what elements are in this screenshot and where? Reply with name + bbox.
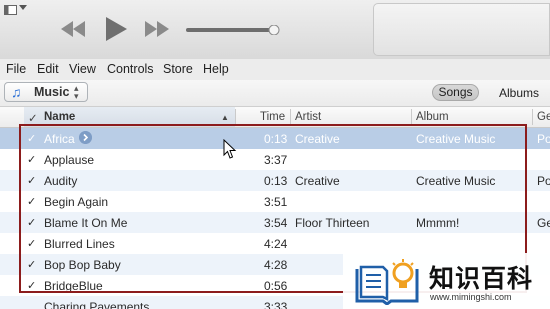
tab-songs[interactable]: Songs <box>432 84 479 101</box>
column-name-header[interactable]: Name <box>44 111 75 123</box>
song-genre: Po <box>537 174 550 188</box>
row-checkbox[interactable]: ✓ <box>27 174 36 187</box>
updown-chevron-icon: ▴ ▾ <box>74 83 79 101</box>
now-playing-display <box>373 3 550 56</box>
song-time: 4:24 <box>264 237 288 251</box>
song-time: 3:33 <box>264 300 288 309</box>
chevron-right-icon[interactable] <box>79 131 92 144</box>
song-name: Audity <box>44 174 78 188</box>
next-track-button[interactable] <box>142 19 172 39</box>
row-checkbox[interactable]: ✓ <box>27 279 36 292</box>
table-row[interactable]: ✓ Blame It On Me 3:54 Floor Thirteen Mmm… <box>0 212 550 233</box>
column-check-header[interactable]: ✓ <box>28 111 38 125</box>
row-checkbox[interactable]: ✓ <box>27 153 36 166</box>
row-checkbox[interactable]: ✓ <box>27 216 36 229</box>
song-time: 3:54 <box>264 216 288 230</box>
song-name: BridgeBlue <box>44 279 103 293</box>
menu-view[interactable]: View <box>69 62 96 76</box>
column-artist-header[interactable]: Artist <box>295 111 321 123</box>
song-name: Bop Bop Baby <box>44 258 121 272</box>
window-menu-icon[interactable] <box>4 5 17 15</box>
table-row[interactable]: ✓ Africa 0:13 Creative Creative Music Po <box>0 128 550 149</box>
song-name: Blurred Lines <box>44 237 115 251</box>
play-button[interactable] <box>103 15 129 43</box>
song-name: Africa <box>44 132 75 146</box>
menu-controls[interactable]: Controls <box>107 62 154 76</box>
song-name: Blame It On Me <box>44 216 128 230</box>
song-name: Charing Pavements <box>44 300 150 309</box>
row-checkbox[interactable]: ✓ <box>27 132 36 145</box>
music-note-icon: ♫ <box>11 84 22 100</box>
song-genre: Po <box>537 132 550 146</box>
previous-track-button[interactable] <box>58 19 88 39</box>
song-time: 0:56 <box>264 279 288 293</box>
sort-ascending-icon: ▲ <box>221 113 229 122</box>
table-row[interactable]: ✓ Blurred Lines 4:24 <box>0 233 550 254</box>
column-genre-header[interactable]: Ge <box>537 111 550 123</box>
menu-file[interactable]: File <box>6 62 26 76</box>
song-artist: Creative <box>295 174 340 188</box>
row-checkbox[interactable]: ✓ <box>27 237 36 250</box>
row-checkbox[interactable]: ✓ <box>27 195 36 208</box>
menu-help[interactable]: Help <box>203 62 229 76</box>
library-selector[interactable]: ♫ Music ▴ ▾ <box>4 82 88 102</box>
song-name: Begin Again <box>44 195 109 209</box>
mouse-cursor-icon <box>223 139 237 159</box>
table-row[interactable]: ✓ Applause 3:37 <box>0 149 550 170</box>
column-album-header[interactable]: Album <box>416 111 449 123</box>
song-time: 0:13 <box>264 132 288 146</box>
song-album: Creative Music <box>416 132 496 146</box>
watermark-title: 知识百科 <box>429 265 534 293</box>
library-selector-label: Music <box>34 85 70 99</box>
tab-albums[interactable]: Albums <box>499 86 539 100</box>
song-name: Applause <box>44 153 95 167</box>
watermark: 知识百科 www.mimingshi.com <box>343 253 550 309</box>
player-toolbar <box>0 0 550 60</box>
menu-store[interactable]: Store <box>163 62 193 76</box>
song-time: 3:37 <box>264 153 288 167</box>
song-time: 4:28 <box>264 258 288 272</box>
song-album: Mmmm! <box>416 216 460 230</box>
song-artist: Floor Thirteen <box>295 216 370 230</box>
song-time: 0:13 <box>264 174 288 188</box>
column-header-row: ✓ Name ▲ Time Artist Album Ge <box>0 107 550 128</box>
song-artist: Creative <box>295 132 340 146</box>
song-time: 3:51 <box>264 195 288 209</box>
menu-bar: File Edit View Controls Store Help <box>0 59 550 81</box>
column-time-header[interactable]: Time <box>260 111 285 123</box>
window-menu-caret-icon[interactable] <box>19 5 27 11</box>
table-row[interactable]: ✓ Audity 0:13 Creative Creative Music Po <box>0 170 550 191</box>
table-row[interactable]: ✓ Begin Again 3:51 <box>0 191 550 212</box>
book-lightbulb-logo-icon <box>355 259 419 305</box>
row-checkbox[interactable]: ✓ <box>27 258 36 271</box>
menu-edit[interactable]: Edit <box>37 62 59 76</box>
song-genre: Ge <box>537 216 550 230</box>
watermark-url: www.mimingshi.com <box>430 292 512 302</box>
volume-slider[interactable] <box>186 25 282 35</box>
song-album: Creative Music <box>416 174 496 188</box>
